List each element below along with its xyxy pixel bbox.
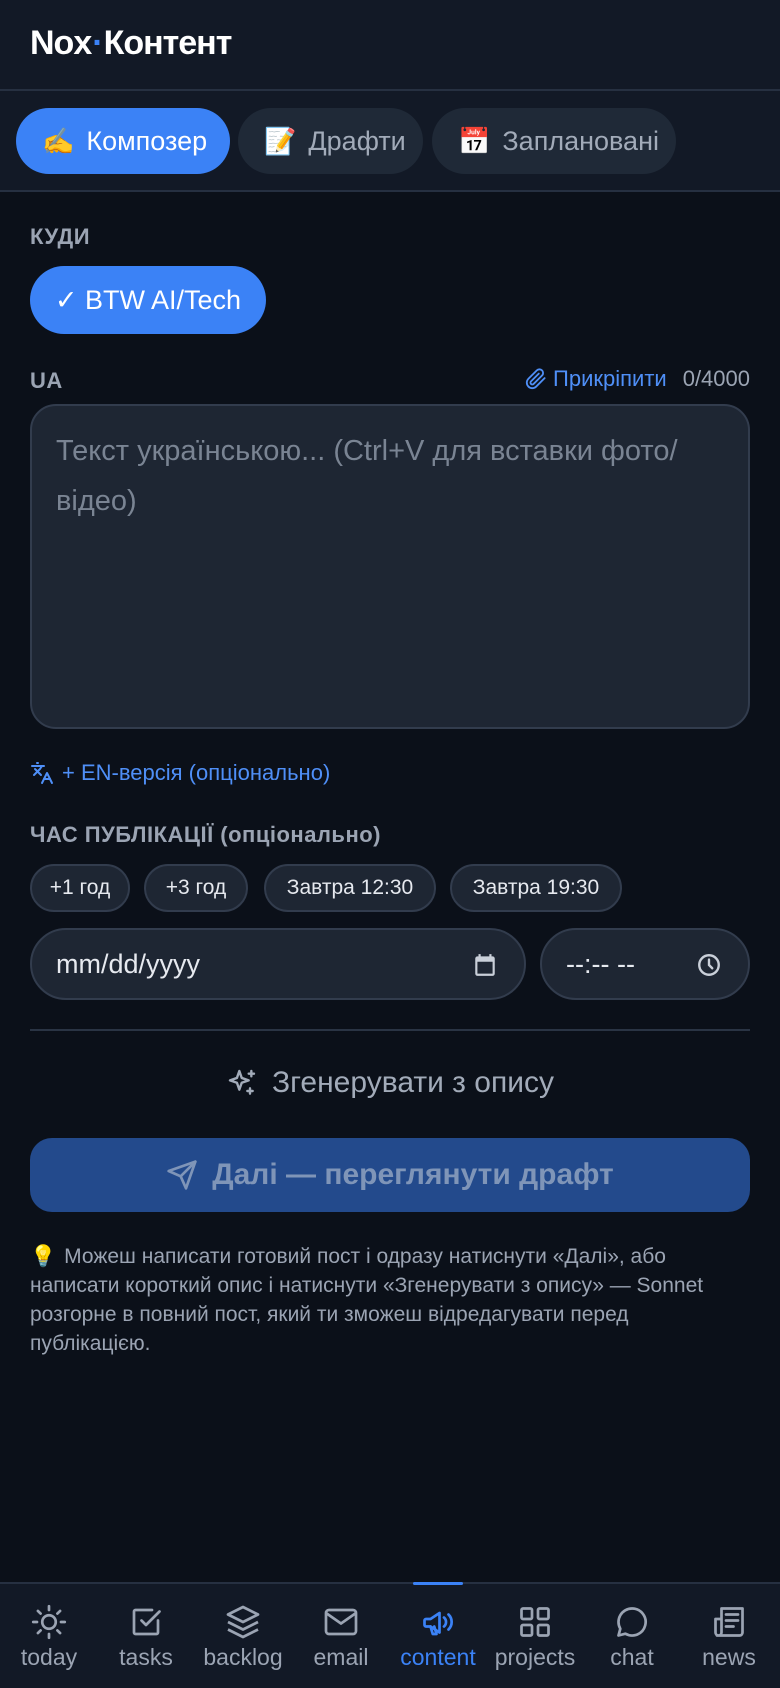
nav-today[interactable]: today <box>0 1584 98 1688</box>
translate-icon <box>31 762 53 784</box>
publish-time-label: ЧАС ПУБЛІКАЦІЇ (опціонально) <box>30 822 381 847</box>
time-input[interactable]: --:-- -- <box>540 928 750 1000</box>
app-title: Nox·Контент <box>30 24 233 63</box>
app-header: Nox·Контент <box>0 0 780 91</box>
paperclip-icon <box>525 368 546 390</box>
nav-projects[interactable]: projects <box>486 1584 584 1688</box>
tab-scheduled[interactable]: 📅 Заплановані <box>432 108 676 174</box>
attach-label: Прикріпити <box>553 366 667 391</box>
nav-content[interactable]: content <box>389 1582 487 1688</box>
nav-label: backlog <box>203 1644 283 1670</box>
nav-email[interactable]: email <box>292 1584 390 1688</box>
next-preview-draft-button[interactable]: Далі — переглянути драфт <box>30 1138 750 1212</box>
megaphone-icon <box>423 1611 453 1636</box>
writing-hand-icon: ✍️ <box>42 125 75 156</box>
generate-from-description-button[interactable]: Згенерувати з опису <box>0 1058 780 1108</box>
checkbox-icon <box>132 1608 161 1636</box>
newspaper-icon <box>714 1607 744 1637</box>
calendar-picker-icon[interactable] <box>472 952 498 978</box>
nav-chat[interactable]: chat <box>583 1584 681 1688</box>
nav-tasks[interactable]: tasks <box>97 1584 195 1688</box>
nav-label: email <box>313 1644 369 1670</box>
time-placeholder: --:-- -- <box>566 948 635 979</box>
clock-icon[interactable] <box>696 952 722 978</box>
send-icon <box>167 1160 197 1190</box>
tab-label: Драфти <box>308 125 406 156</box>
quick-time-tomorrow-1930[interactable]: Завтра 19:30 <box>450 864 622 912</box>
attach-row: Прикріпити 0/4000 <box>525 366 750 392</box>
active-indicator <box>413 1582 463 1585</box>
brand-left: Nox <box>30 24 92 62</box>
attach-link[interactable]: Прикріпити <box>525 366 667 392</box>
nav-label: projects <box>494 1644 576 1670</box>
nav-label: chat <box>610 1644 654 1670</box>
nav-label: today <box>20 1644 78 1670</box>
tab-bar: ✍️ Композер 📝 Драфти 📅 Заплановані <box>0 91 780 192</box>
divider <box>30 1029 750 1031</box>
brand-dot: · <box>92 24 103 62</box>
next-button-label: Далі — переглянути драфт <box>212 1158 614 1191</box>
composer-hint: 💡 Можеш написати готовий пост і одразу на… <box>30 1242 752 1358</box>
tab-label: Заплановані <box>502 125 659 156</box>
grid-icon <box>520 1607 550 1637</box>
tab-drafts[interactable]: 📝 Драфти <box>238 108 423 174</box>
memo-icon: 📝 <box>264 125 297 156</box>
destination-chip[interactable]: ✓ BTW AI/Tech <box>30 266 266 334</box>
destination-label: КУДИ <box>30 224 91 249</box>
date-input[interactable]: mm/dd/yyyy <box>30 928 526 1000</box>
tab-composer[interactable]: ✍️ Композер <box>16 108 230 174</box>
chat-bubble-icon <box>617 1607 647 1637</box>
quick-time-plus-1h[interactable]: +1 год <box>30 864 130 912</box>
nav-news[interactable]: news <box>680 1584 778 1688</box>
ua-label: UA <box>30 368 63 393</box>
generate-label: Згенерувати з опису <box>272 1066 554 1099</box>
en-link-label: + EN-версія (опціонально) <box>62 760 331 785</box>
mail-icon <box>324 1608 358 1636</box>
nav-label: tasks <box>119 1644 173 1670</box>
nav-label: news <box>702 1644 756 1670</box>
sparkles-icon <box>228 1069 256 1095</box>
add-en-version-link[interactable]: + EN-версія (опціонально) <box>30 760 330 786</box>
sun-icon <box>31 1604 67 1640</box>
ua-text-input[interactable]: Текст українською... (Ctrl+V для вставки… <box>30 404 750 729</box>
tab-label: Композер <box>86 125 208 156</box>
quick-time-tomorrow-1230[interactable]: Завтра 12:30 <box>264 864 436 912</box>
quick-time-plus-3h[interactable]: +3 год <box>144 864 248 912</box>
nav-label: content <box>400 1644 476 1670</box>
layers-icon <box>226 1605 260 1639</box>
nav-backlog[interactable]: backlog <box>194 1584 292 1688</box>
lightbulb-icon: 💡 <box>30 1245 57 1268</box>
hint-text: Можеш написати готовий пост і одразу нат… <box>30 1245 704 1355</box>
bottom-nav: today tasks backlog email content projec… <box>0 1582 780 1688</box>
date-placeholder: mm/dd/yyyy <box>56 948 201 979</box>
calendar-icon: 📅 <box>458 125 491 156</box>
brand-right: Контент <box>103 24 233 62</box>
char-count: 0/4000 <box>682 366 750 391</box>
